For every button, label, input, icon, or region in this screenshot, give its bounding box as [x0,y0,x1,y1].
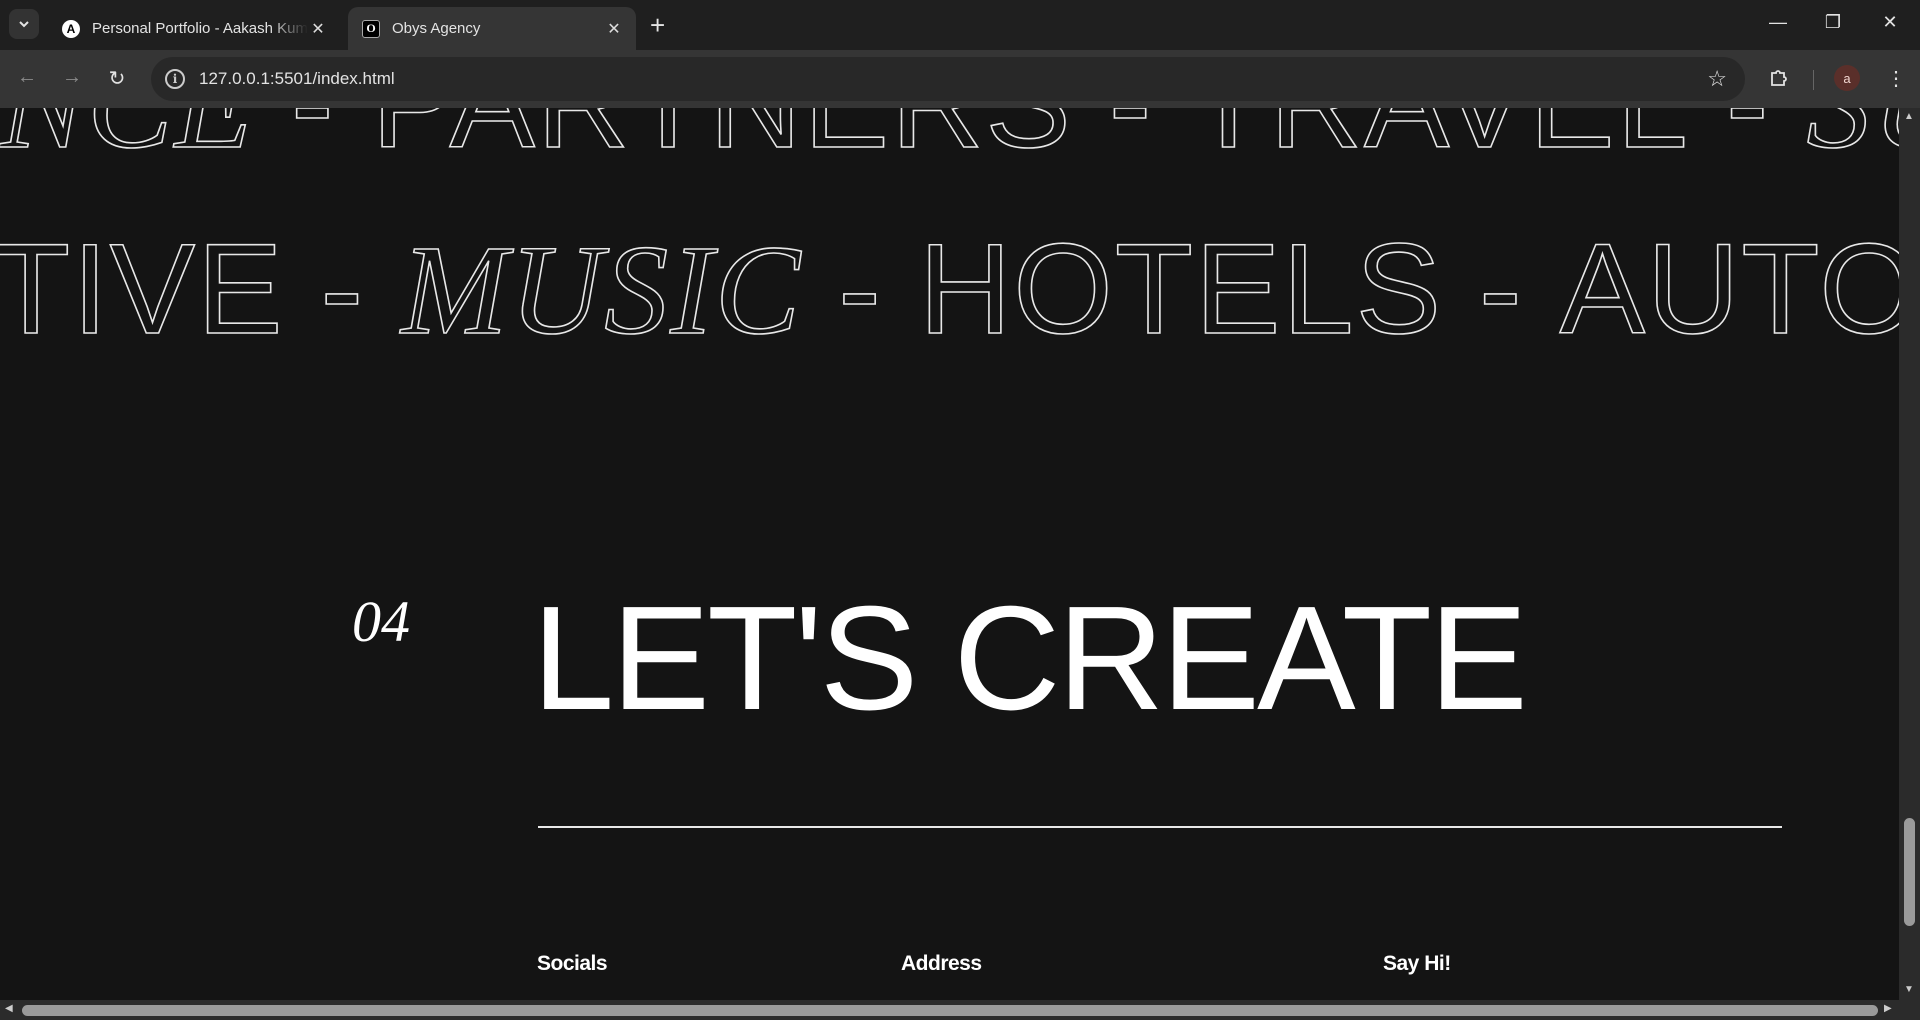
chevron-down-icon [19,21,29,28]
url-text[interactable]: 127.0.0.1:5501/index.html [199,69,1707,89]
scroll-left-icon[interactable]: ◀ [5,1003,13,1014]
page-viewport: NCE-PARTNERS-TRAVEL-SU TIVE-MUSIC-HOTELS… [0,108,1899,1000]
address-heading: Address [901,952,982,975]
marquee-word: AUTO [1559,217,1899,362]
section-divider [538,826,1782,828]
more-menu-icon[interactable]: ⋮ [1886,66,1906,91]
marquee-word: MUSIC [400,218,803,362]
site-info-icon[interactable]: i [165,69,185,89]
marquee-word: TRAVEL [1189,108,1689,177]
marquee-separator: - [1478,217,1524,362]
marquee-row-1: NCE-PARTNERS-TRAVEL-SU [0,108,1899,178]
close-window-icon[interactable]: ✕ [1870,12,1910,33]
vertical-scroll-thumb[interactable] [1904,818,1915,926]
marquee-word: TIVE [0,217,285,362]
tab-obys-agency[interactable]: O Obys Agency ✕ [348,7,636,50]
reload-icon[interactable]: ↻ [102,66,132,91]
marquee-word: SU [1806,108,1899,178]
scroll-up-icon[interactable]: ▲ [1904,111,1914,122]
back-arrow-icon[interactable]: ← [12,66,42,89]
marquee-separator: - [837,217,883,362]
new-tab-button[interactable]: + [650,12,665,38]
close-tab-icon[interactable]: ✕ [308,19,328,39]
portfolio-favicon-icon: A [62,19,80,38]
restore-icon[interactable]: ❐ [1813,12,1853,33]
vertical-scrollbar[interactable]: ▲ ▼ [1899,108,1920,1020]
horizontal-scroll-thumb[interactable] [22,1005,1878,1016]
marquee-row-2: TIVE - MUSIC - HOTELS - AUTO [0,216,1899,364]
marquee-separator: - [1108,108,1154,177]
address-bar[interactable]: i 127.0.0.1:5501/index.html ☆ [151,57,1745,101]
tab-search-button[interactable] [9,9,39,39]
forward-arrow-icon[interactable]: → [57,66,87,89]
say-hi-heading: Say Hi! [1383,952,1451,975]
socials-heading: Socials [537,952,608,975]
marquee-word: PARTNERS [371,108,1073,177]
obys-favicon-icon: O [362,19,380,38]
marquee-separator: - [290,108,336,177]
bookmark-star-icon[interactable]: ☆ [1707,66,1727,92]
scroll-right-icon[interactable]: ▶ [1884,1003,1892,1014]
tab-personal-portfolio[interactable]: A Personal Portfolio - Aakash Kumar ✕ [48,7,340,50]
tab-strip: A Personal Portfolio - Aakash Kumar ✕ O … [0,0,1920,50]
lets-create-heading: LET'S CREATE [532,576,1528,741]
marquee-separator: - [320,217,366,362]
minimize-icon[interactable]: — [1758,12,1798,33]
scroll-down-icon[interactable]: ▼ [1904,984,1914,995]
tab-title: Personal Portfolio - Aakash Kumar [92,20,308,37]
marquee-word: NCE [0,108,255,178]
marquee-word: HOTELS [918,217,1443,362]
browser-toolbar: ← → ↻ i 127.0.0.1:5501/index.html ☆ a ⋮ [0,50,1920,108]
extensions-icon[interactable] [1768,66,1790,94]
section-number: 04 [352,589,410,654]
close-tab-icon[interactable]: ✕ [604,19,624,39]
tab-title: Obys Agency [392,20,481,37]
horizontal-scrollbar[interactable]: ◀ ▶ [0,1000,1899,1020]
toolbar-divider [1813,70,1814,90]
marquee-separator: - [1725,108,1771,177]
profile-avatar[interactable]: a [1834,65,1860,91]
